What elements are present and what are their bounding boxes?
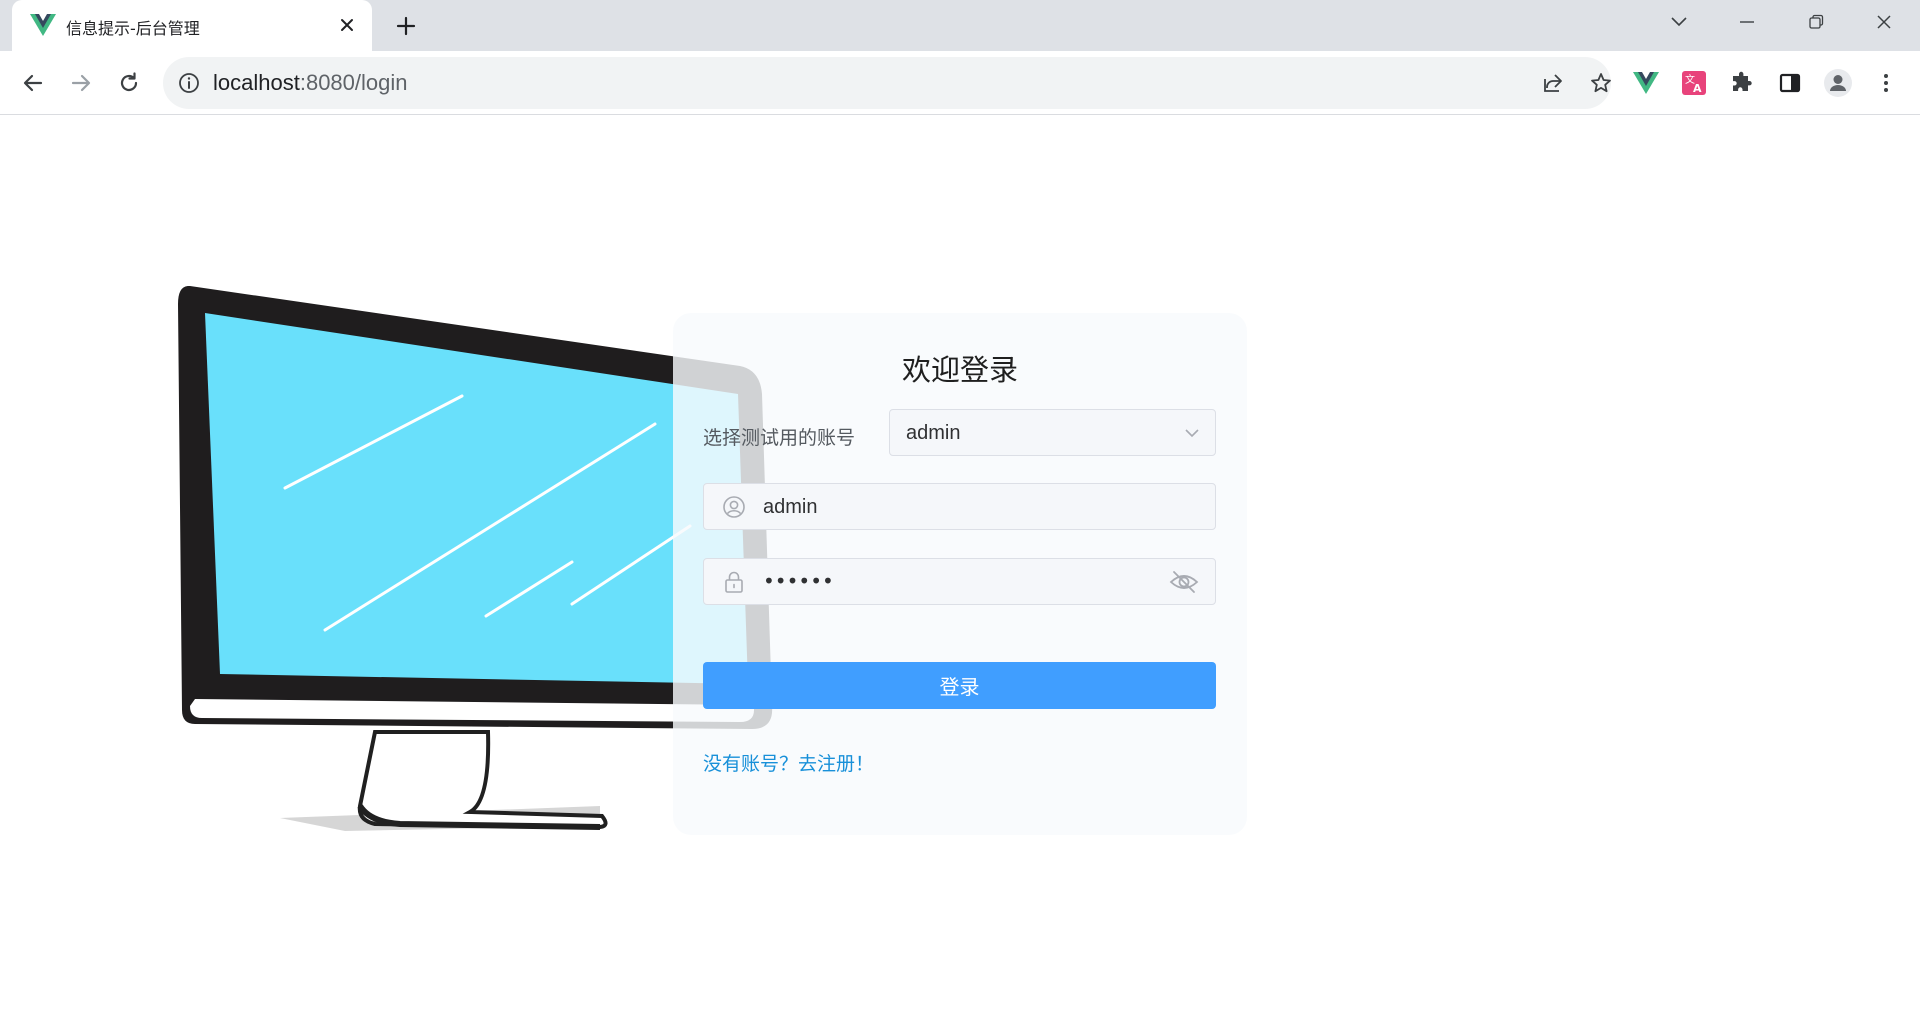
login-button[interactable]: 登录: [703, 662, 1216, 709]
more-vert-icon: [1884, 74, 1888, 92]
browser-menu-button[interactable]: [1868, 65, 1904, 101]
vue-logo-icon: [1633, 72, 1659, 94]
translate-extension[interactable]: 文 A: [1676, 65, 1712, 101]
close-icon: [341, 19, 353, 31]
user-icon: [723, 496, 745, 518]
bookmark-button[interactable]: [1587, 69, 1615, 97]
password-value: ••••••: [763, 569, 834, 593]
tab-title: 信息提示-后台管理: [66, 19, 200, 38]
tab-search-button[interactable]: [1645, 0, 1713, 44]
lock-icon: [725, 571, 743, 593]
close-window-button[interactable]: [1850, 0, 1918, 44]
restore-icon: [1809, 14, 1824, 29]
profile-icon: [1824, 69, 1852, 97]
star-icon: [1591, 73, 1611, 93]
vue-logo-icon: [30, 14, 56, 36]
url-text[interactable]: localhost:8080/login: [213, 70, 408, 96]
reload-button[interactable]: [109, 63, 149, 103]
eye-off-icon[interactable]: [1169, 569, 1199, 595]
minimize-icon: [1740, 21, 1754, 23]
svg-text:A: A: [1693, 82, 1702, 95]
login-title: 欢迎登录: [901, 353, 1018, 387]
forward-button[interactable]: [61, 63, 101, 103]
extensions-button[interactable]: [1724, 65, 1760, 101]
login-page: 欢迎登录 选择测试用的账号 admin admin •••••• 登录 没有账号…: [0, 116, 1920, 1030]
browser-tab-strip: 信息提示-后台管理: [0, 0, 1920, 51]
username-input[interactable]: admin: [703, 483, 1216, 530]
close-icon: [1877, 15, 1891, 29]
restore-button[interactable]: [1782, 0, 1850, 44]
url-path: :8080/login: [299, 70, 408, 95]
reload-icon: [120, 72, 138, 92]
test-account-select-value: admin: [906, 422, 961, 444]
arrow-right-icon: [71, 74, 91, 92]
account-select-label: 选择测试用的账号: [703, 427, 856, 449]
puzzle-icon: [1733, 71, 1752, 91]
info-icon[interactable]: [177, 71, 201, 95]
new-tab-button[interactable]: [390, 10, 422, 42]
profile-button[interactable]: [1820, 65, 1856, 101]
vue-devtools-extension[interactable]: [1628, 65, 1664, 101]
share-icon: [1544, 74, 1562, 92]
login-card: 欢迎登录 选择测试用的账号 admin admin •••••• 登录 没有账号…: [673, 313, 1247, 835]
chevron-down-icon: [1671, 17, 1687, 27]
share-button[interactable]: [1539, 69, 1567, 97]
browser-tab[interactable]: 信息提示-后台管理: [12, 0, 372, 51]
translate-icon: 文 A: [1682, 71, 1706, 95]
back-button[interactable]: [13, 63, 53, 103]
address-bar[interactable]: localhost:8080/login: [163, 57, 1611, 109]
password-input[interactable]: ••••••: [703, 558, 1216, 605]
chevron-down-icon: [1185, 429, 1199, 438]
side-panel-button[interactable]: [1772, 65, 1808, 101]
url-host: localhost: [213, 70, 300, 95]
browser-toolbar: localhost:8080/login 文 A: [0, 51, 1920, 115]
arrow-left-icon: [23, 74, 43, 92]
test-account-select[interactable]: admin: [889, 409, 1216, 456]
minimize-button[interactable]: [1713, 0, 1781, 44]
side-panel-icon: [1779, 73, 1801, 93]
tab-close-button[interactable]: [334, 12, 360, 38]
register-link[interactable]: 没有账号？去注册！: [703, 749, 874, 776]
username-value: admin: [763, 496, 818, 518]
plus-icon: [396, 16, 416, 36]
